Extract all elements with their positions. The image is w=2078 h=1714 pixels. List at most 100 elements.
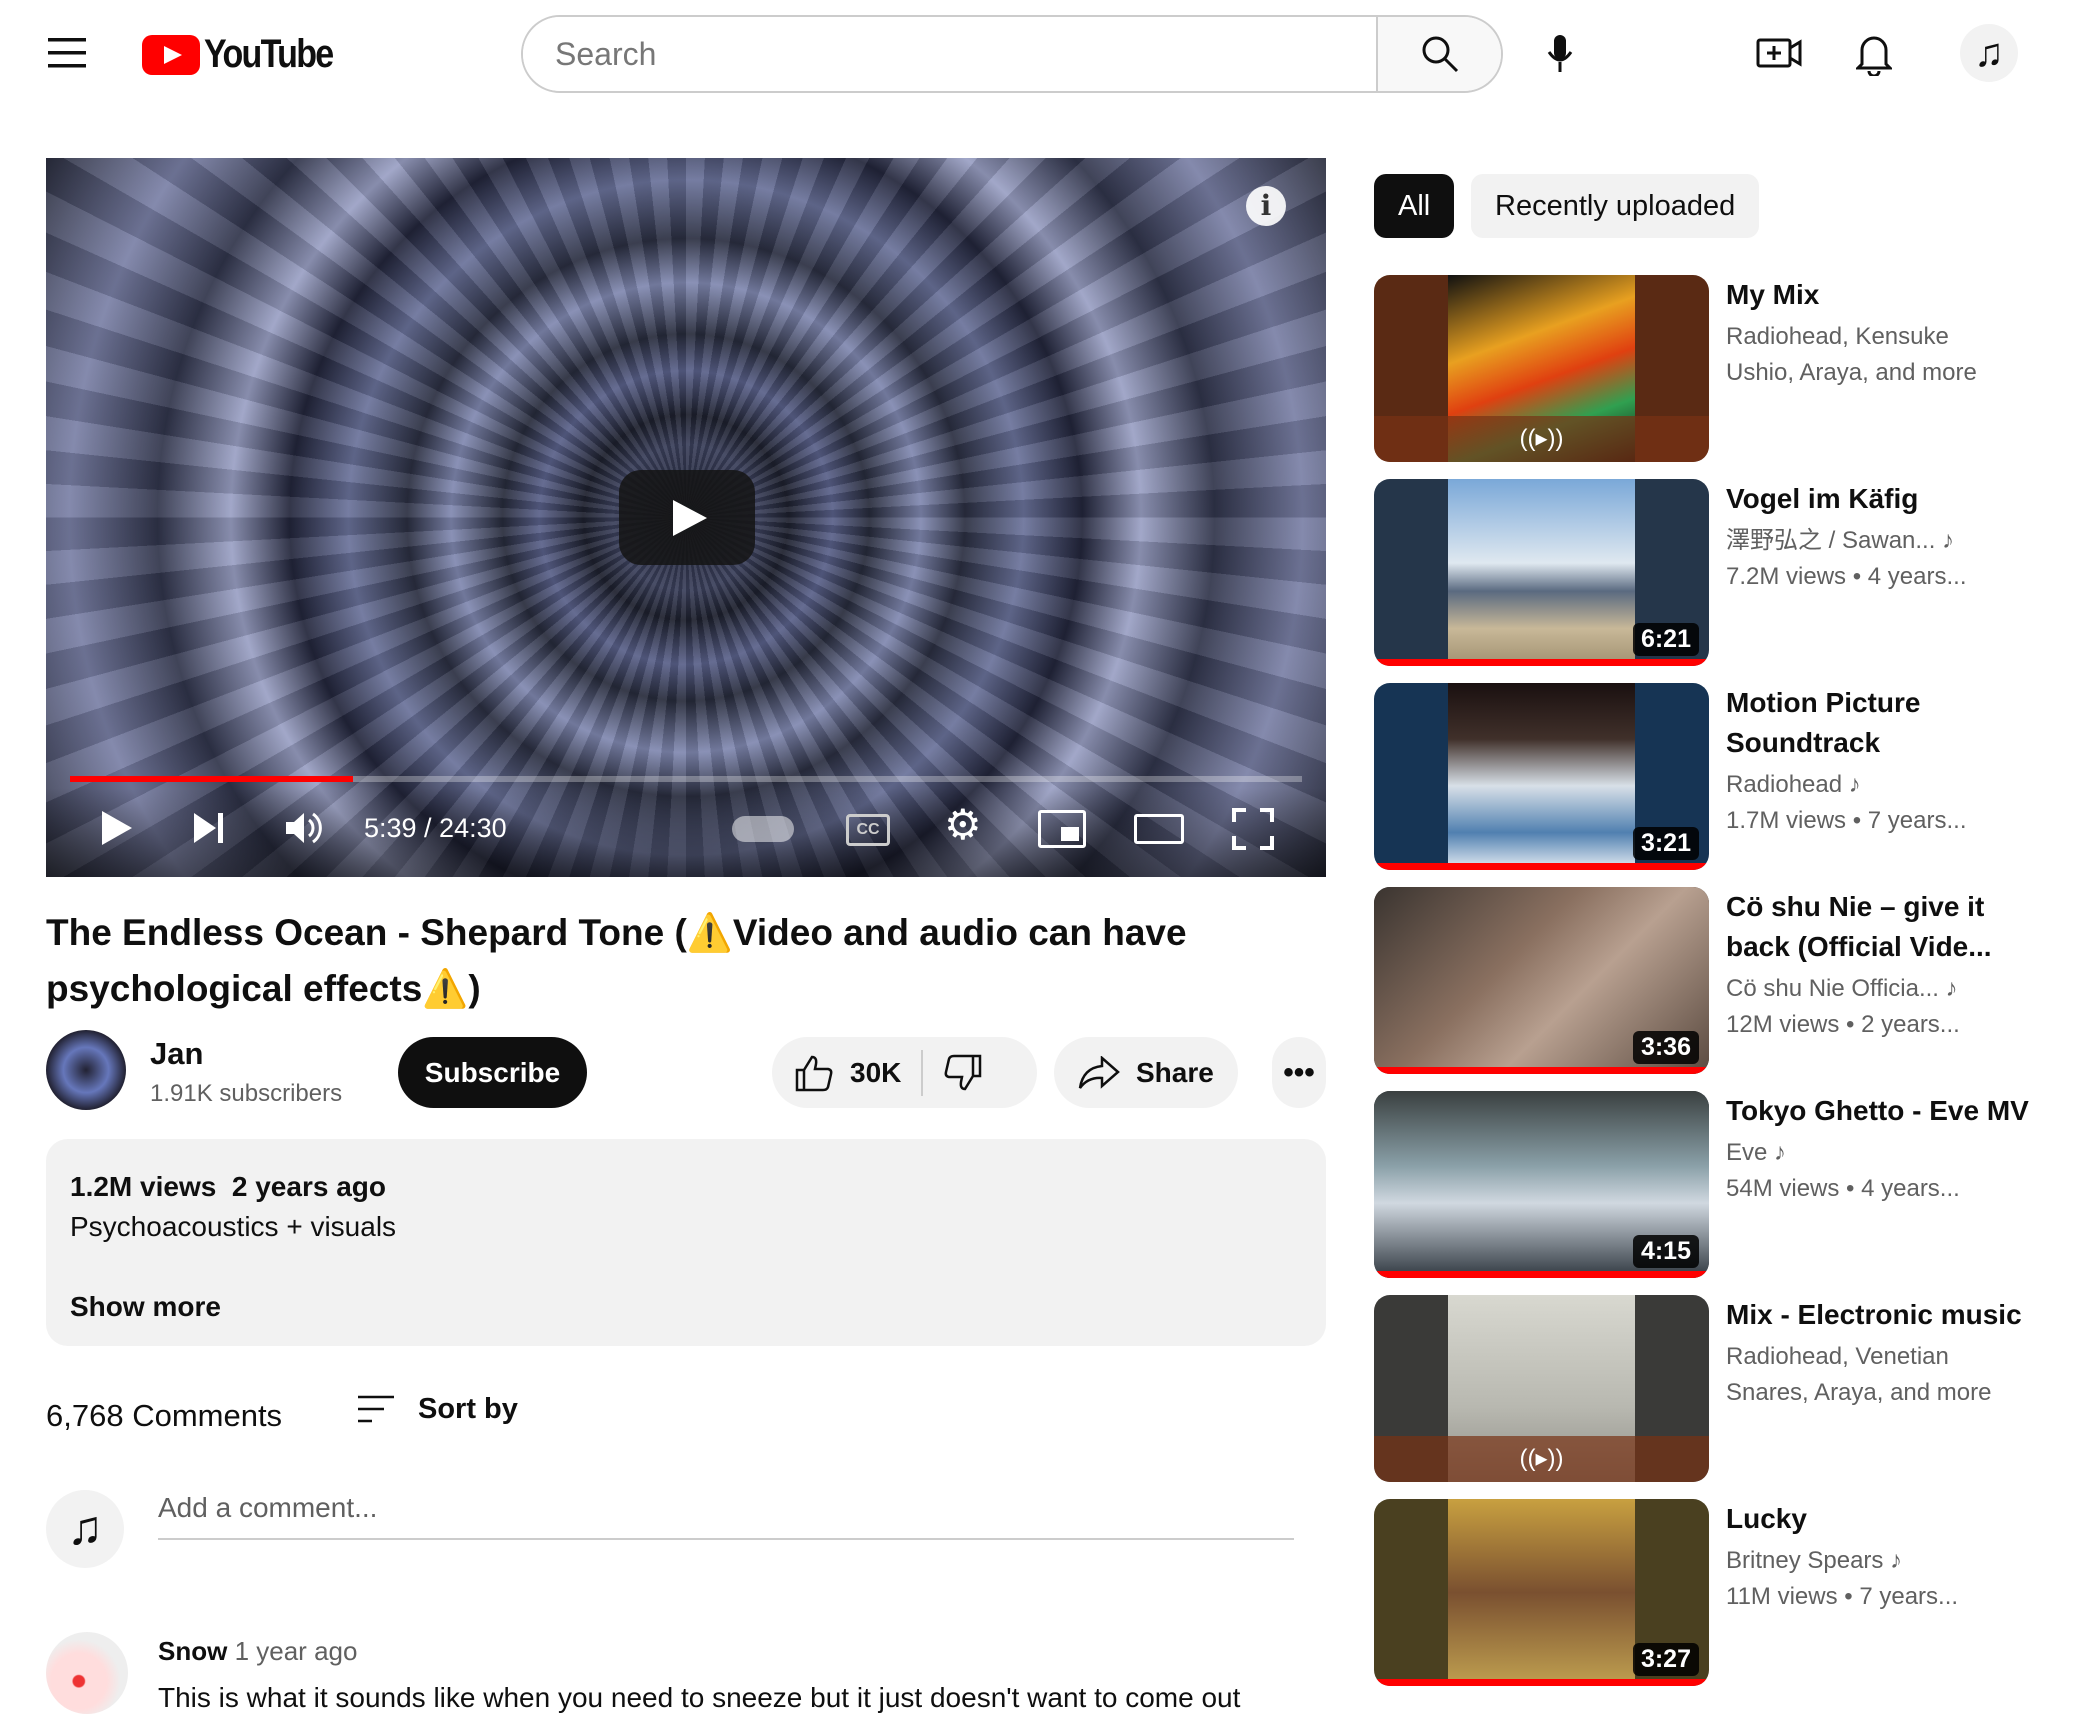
youtube-play-logo-icon [142, 34, 200, 75]
info-icon[interactable]: i [1246, 186, 1286, 226]
related-title[interactable]: Lucky [1726, 1499, 2046, 1539]
more-actions-icon[interactable]: ••• [1272, 1037, 1326, 1108]
create-video-icon[interactable] [1756, 36, 1802, 70]
show-more-button[interactable]: Show more [70, 1287, 1302, 1327]
user-avatar[interactable]: ♫ [1960, 24, 2018, 82]
share-label: Share [1136, 1056, 1214, 1088]
related-title[interactable]: Cö shu Nie – give it back (Official Vide… [1726, 887, 2046, 967]
video-player[interactable]: i 5:39 / 24:30 CC ⚙ [46, 158, 1326, 877]
sort-label: Sort by [418, 1393, 518, 1425]
comment-author[interactable]: Snow [158, 1636, 227, 1666]
notifications-bell-icon[interactable] [1856, 32, 1892, 76]
related-video-item[interactable]: 3:21 Motion Picture Soundtrack Radiohead… [1374, 683, 2054, 870]
thumbnail-art [1448, 1499, 1635, 1686]
play-button-overlay[interactable] [619, 470, 755, 565]
thumbnail[interactable]: ((▸)) [1374, 275, 1709, 462]
theater-mode-icon[interactable] [1134, 814, 1184, 844]
sort-icon [356, 1394, 396, 1426]
related-title[interactable]: My Mix [1726, 275, 2046, 315]
watched-progress [1374, 1271, 1709, 1278]
sort-by-button[interactable]: Sort by [356, 1393, 518, 1426]
mix-radio-icon: ((▸)) [1374, 416, 1709, 462]
next-icon[interactable] [192, 808, 226, 848]
view-count: 1.2M views [70, 1171, 217, 1202]
thumbs-up-icon [794, 1053, 834, 1093]
related-line1: 澤野弘之 / Sawan... [1726, 527, 1936, 554]
related-title[interactable]: Motion Picture Soundtrack [1726, 683, 2046, 763]
related-line1: Radiohead [1726, 771, 1843, 798]
chip-recently-uploaded[interactable]: Recently uploaded [1471, 174, 1760, 238]
related-video-item[interactable]: 6:21 Vogel im Käfig 澤野弘之 / Sawan... ♪ 7.… [1374, 479, 2054, 666]
settings-gear-icon[interactable]: ⚙ [944, 804, 982, 846]
miniplayer-icon[interactable] [1038, 810, 1086, 848]
comment-count: 6,768 Comments [46, 1398, 283, 1433]
thumbnail[interactable]: 3:27 [1374, 1499, 1709, 1686]
thumbnail[interactable]: ((▸)) [1374, 1295, 1709, 1482]
channel-name[interactable]: Jan [150, 1036, 203, 1072]
duration-badge: 3:27 [1632, 1643, 1699, 1676]
chip-all[interactable]: All [1374, 174, 1455, 238]
search-button[interactable] [1376, 17, 1501, 91]
autoplay-toggle[interactable] [732, 816, 794, 842]
play-icon[interactable] [100, 808, 134, 848]
related-video-item[interactable]: ((▸)) My Mix Radiohead, Kensuke Ushio, A… [1374, 275, 2054, 462]
related-channel: Britney Spears ♪ [1726, 1543, 2046, 1579]
captions-icon[interactable]: CC [846, 814, 890, 846]
menu-icon[interactable] [48, 34, 92, 72]
search-bar [521, 15, 1503, 93]
related-line1: Cö shu Nie Officia... [1726, 975, 1939, 1002]
progress-bar[interactable] [70, 776, 1302, 782]
related-meta: 7.2M views • 4 years... [1726, 563, 1967, 590]
fullscreen-icon[interactable] [1232, 808, 1274, 850]
microphone-icon[interactable] [1545, 34, 1575, 74]
volume-icon[interactable] [284, 808, 324, 848]
thumbs-down-icon[interactable] [943, 1053, 983, 1093]
related-meta: 1.7M views • 7 years... [1726, 807, 1967, 834]
music-note-icon: ♪ [1890, 1547, 1903, 1574]
search-input[interactable] [523, 17, 1376, 91]
like-button[interactable]: 30K [772, 1053, 901, 1093]
music-note-icon: ♪ [1848, 771, 1861, 798]
channel-avatar[interactable] [46, 1030, 126, 1110]
subscribe-button[interactable]: Subscribe [398, 1037, 587, 1108]
related-video-item[interactable]: 3:36 Cö shu Nie – give it back (Official… [1374, 887, 2054, 1074]
share-arrow-icon [1078, 1055, 1120, 1090]
share-button[interactable]: Share [1054, 1037, 1238, 1108]
commenter-avatar[interactable] [46, 1632, 128, 1714]
my-avatar: ♫ [46, 1490, 124, 1568]
related-title[interactable]: Tokyo Ghetto - Eve MV [1726, 1091, 2046, 1131]
divider [921, 1049, 924, 1096]
comment-age[interactable]: 1 year ago [235, 1636, 358, 1666]
thumbnail[interactable]: 6:21 [1374, 479, 1709, 666]
music-note-icon: ♪ [1774, 1139, 1787, 1166]
thumbnail-art [1448, 683, 1635, 870]
upload-age: 2 years ago [231, 1171, 386, 1202]
logo-text: YouTube [204, 32, 334, 76]
watched-progress [1374, 863, 1709, 870]
like-dislike-group: 30K [772, 1037, 1037, 1108]
video-title: The Endless Ocean - Shepard Tone (⚠️Vide… [46, 912, 1187, 1009]
related-title[interactable]: Mix - Electronic music [1726, 1295, 2046, 1335]
related-meta: 54M views • 4 years... [1726, 1175, 1960, 1202]
related-channel: 澤野弘之 / Sawan... ♪ [1726, 523, 2046, 559]
related-line1: Radiohead, Venetian [1726, 1343, 1949, 1370]
youtube-logo[interactable]: YouTube [142, 32, 355, 77]
thumbnail-art [1448, 479, 1635, 666]
duration-badge: 4:15 [1632, 1235, 1699, 1268]
related-channel: Radiohead, Kensuke [1726, 319, 2046, 355]
thumbnail[interactable]: 3:21 [1374, 683, 1709, 870]
description-box[interactable]: 1.2M views 2 years ago Psychoacoustics +… [46, 1139, 1326, 1346]
related-video-item[interactable]: 3:27 Lucky Britney Spears ♪ 11M views • … [1374, 1499, 2054, 1686]
thumbnail[interactable]: 3:36 [1374, 887, 1709, 1074]
description-text: Psychoacoustics + visuals [70, 1211, 397, 1242]
related-video-item[interactable]: 4:15 Tokyo Ghetto - Eve MV Eve ♪ 54M vie… [1374, 1091, 2054, 1278]
related-line1: Eve [1726, 1139, 1768, 1166]
related-video-item[interactable]: ((▸)) Mix - Electronic music Radiohead, … [1374, 1295, 2054, 1482]
related-title[interactable]: Vogel im Käfig [1726, 479, 2046, 519]
watched-progress [1374, 1679, 1709, 1686]
related-meta: Ushio, Araya, and more [1726, 359, 1977, 386]
mix-radio-icon: ((▸)) [1374, 1436, 1709, 1482]
like-count: 30K [850, 1056, 902, 1088]
thumbnail[interactable]: 4:15 [1374, 1091, 1709, 1278]
add-comment-input[interactable]: Add a comment... [158, 1492, 1294, 1540]
